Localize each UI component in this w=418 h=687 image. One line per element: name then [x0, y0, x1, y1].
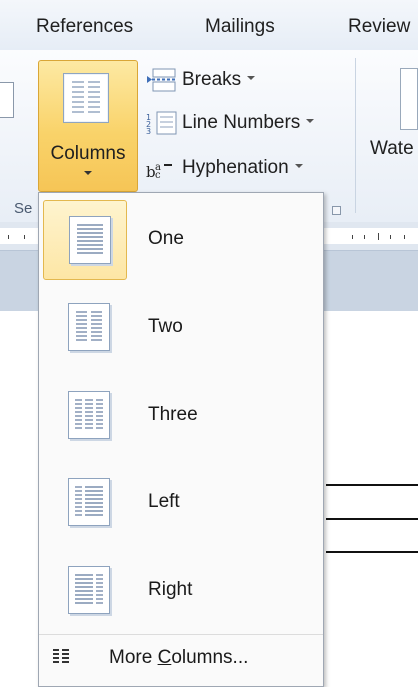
chevron-down-icon	[306, 118, 315, 123]
menu-item-two[interactable]: Two	[39, 286, 323, 370]
svg-text:c: c	[155, 170, 161, 180]
menu-item-icon-box	[43, 551, 127, 631]
menu-item-icon-box	[43, 463, 127, 543]
left-column-icon	[68, 478, 110, 526]
menu-item-icon-box	[43, 288, 127, 368]
cut-off-button-icon	[0, 82, 14, 118]
chevron-down-icon	[294, 163, 303, 168]
more-columns-label-suffix: olumns...	[171, 647, 249, 668]
ruler-tick	[8, 235, 9, 239]
columns-dropdown-menu: One Two Three Left Right More Columns...	[38, 192, 324, 687]
ruler-tick	[24, 235, 25, 239]
page-setup-group-label: Se	[14, 200, 33, 217]
ruler-tick	[364, 235, 365, 239]
ruler-tick	[352, 235, 353, 239]
selection-highlight	[43, 200, 127, 280]
menu-separator	[39, 634, 323, 635]
tab-review[interactable]: Review	[348, 16, 410, 38]
ruler-tick	[378, 233, 379, 240]
line-numbers-icon: 1 2 3	[146, 111, 177, 135]
chevron-down-icon	[247, 75, 256, 80]
columns-button-label: Columns	[50, 143, 126, 164]
tab-references[interactable]: References	[36, 16, 133, 38]
more-columns-label: More Columns...	[109, 647, 248, 669]
ribbon-group-divider	[355, 58, 356, 213]
ruler-tick	[404, 235, 405, 239]
menu-item-label: Three	[148, 404, 198, 425]
watermark-label[interactable]: Wate	[370, 138, 414, 160]
watermark-icon[interactable]	[400, 68, 418, 130]
ruler-tick	[390, 235, 391, 239]
svg-text:3: 3	[146, 127, 151, 135]
right-column-icon	[68, 566, 110, 614]
hyphenation-icon: b a c	[146, 162, 172, 180]
menu-item-label: Two	[148, 316, 183, 337]
ribbon-tab-bar: References Mailings Review	[0, 0, 418, 51]
document-rule-line	[326, 518, 418, 520]
columns-button[interactable]: Columns	[38, 60, 138, 192]
more-columns-menu-item[interactable]: More Columns...	[39, 636, 323, 686]
dialog-launcher-icon[interactable]	[332, 206, 341, 215]
hyphenation-label: Hyphenation	[182, 157, 289, 178]
more-columns-accelerator: C	[157, 647, 172, 668]
breaks-label: Breaks	[182, 69, 242, 90]
tab-mailings[interactable]: Mailings	[205, 16, 275, 38]
columns-icon	[63, 73, 109, 123]
more-columns-icon	[53, 649, 69, 663]
three-columns-icon	[68, 391, 110, 439]
menu-item-label: Left	[148, 491, 180, 512]
line-numbers-label: Line Numbers	[182, 112, 301, 133]
menu-item-label: One	[148, 228, 184, 249]
breaks-icon	[147, 68, 177, 92]
more-columns-label-prefix: More	[109, 647, 158, 668]
two-columns-icon	[68, 303, 110, 351]
menu-item-left[interactable]: Left	[39, 461, 323, 545]
one-column-icon	[69, 216, 111, 264]
menu-item-one[interactable]: One	[39, 198, 323, 282]
menu-item-label: Right	[148, 579, 193, 600]
menu-item-right[interactable]: Right	[39, 549, 323, 633]
menu-item-icon-box	[43, 376, 127, 456]
document-rule-line	[326, 484, 418, 486]
chevron-down-icon	[84, 171, 92, 175]
document-rule-line	[326, 551, 418, 553]
menu-item-three[interactable]: Three	[39, 374, 323, 458]
